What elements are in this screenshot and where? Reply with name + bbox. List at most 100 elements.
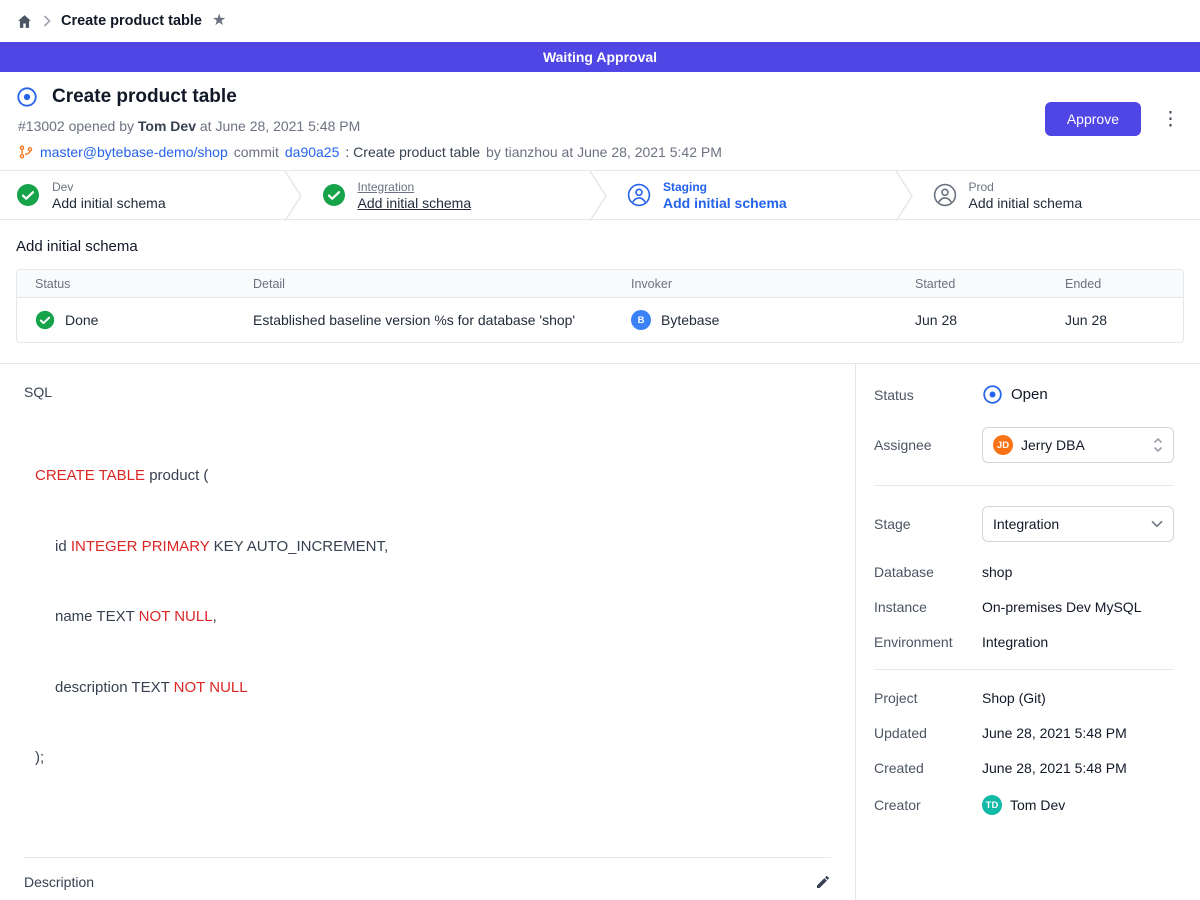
issue-id: #13002 [18, 118, 65, 134]
created-value: June 28, 2021 5:48 PM [982, 760, 1174, 776]
updown-chevrons-icon [1153, 437, 1163, 453]
assignee-select[interactable]: JD Jerry DBA [982, 427, 1174, 463]
sql-text: product ( [145, 467, 208, 484]
table-row[interactable]: Done Established baseline version %s for… [17, 298, 1183, 342]
cell-status: Done [17, 310, 235, 330]
task-section: Add initial schema Status Detail Invoker… [0, 220, 1200, 363]
breadcrumb-page-title[interactable]: Create product table [61, 13, 202, 29]
database-value: shop [982, 564, 1174, 580]
creator-row: Creator TD Tom Dev [874, 795, 1174, 815]
edit-pencil-icon[interactable] [815, 874, 831, 890]
sql-text: id [55, 538, 71, 555]
sql-keyword: NOT NULL [174, 679, 248, 696]
status-row: Status Open [874, 384, 1174, 405]
check-circle-icon [322, 183, 346, 207]
stage-label: Stage [874, 516, 982, 532]
stage-env-label: Dev [52, 180, 166, 194]
sql-text: , [213, 608, 217, 625]
creator-avatar: TD [982, 795, 1002, 815]
assignee-row: Assignee JD Jerry DBA [874, 427, 1174, 463]
branch-link[interactable]: master@bytebase-demo/shop [40, 144, 228, 160]
col-detail: Detail [235, 277, 613, 291]
commit-row: master@bytebase-demo/shop commit da90a25… [18, 144, 1184, 160]
cell-started: Jun 28 [897, 312, 1047, 328]
stage-env-label: Integration [358, 180, 472, 194]
cell-invoker: B Bytebase [613, 310, 897, 330]
stage-integration[interactable]: Integration Add initial schema [306, 171, 590, 219]
issue-at: at [200, 118, 212, 134]
git-branch-icon [18, 144, 34, 160]
sql-text: name TEXT [55, 608, 139, 625]
assignee-avatar: JD [993, 435, 1013, 455]
stage-dev[interactable]: Dev Add initial schema [0, 171, 284, 219]
stage-prod[interactable]: Prod Add initial schema [917, 171, 1200, 219]
breadcrumb: Create product table ★ [0, 0, 1200, 42]
commit-byline: by tianzhou at June 28, 2021 5:42 PM [486, 144, 722, 160]
cell-ended: Jun 28 [1047, 312, 1183, 328]
invoker-name: Bytebase [661, 312, 719, 328]
project-label: Project [874, 690, 982, 706]
stage-task-label: Add initial schema [358, 195, 472, 211]
stage-env-label: Staging [663, 180, 787, 194]
star-icon[interactable]: ★ [212, 13, 226, 29]
environment-row: Environment Integration [874, 634, 1174, 650]
pipeline: Dev Add initial schema Integration Add i… [0, 170, 1200, 220]
sql-line: name TEXT NOT NULL, [35, 605, 831, 629]
col-ended: Ended [1047, 277, 1183, 291]
issue-author: Tom Dev [138, 118, 196, 134]
database-row: Database shop [874, 564, 1174, 580]
assignee-value: Jerry DBA [1021, 437, 1145, 453]
created-label: Created [874, 760, 982, 776]
updated-row: Updated June 28, 2021 5:48 PM [874, 725, 1174, 741]
instance-value: On-premises Dev MySQL [982, 599, 1174, 615]
database-label: Database [874, 564, 982, 580]
header-actions: Approve ⋮ [1045, 102, 1184, 136]
home-icon[interactable] [16, 13, 33, 30]
stage-row: Stage Integration [874, 506, 1174, 542]
sql-line: ); [35, 746, 831, 770]
created-row: Created June 28, 2021 5:48 PM [874, 760, 1174, 776]
approve-button[interactable]: Approve [1045, 102, 1141, 136]
stage-separator [589, 171, 611, 219]
status-label: Status [874, 387, 982, 403]
stage-task-label: Add initial schema [663, 195, 787, 211]
sidebar: Status Open Assignee JD Jerry DBA [856, 364, 1200, 900]
sql-line: CREATE TABLE product ( [35, 464, 831, 488]
check-circle-icon [35, 310, 55, 330]
person-circle-icon [933, 183, 957, 207]
stage-task-label: Add initial schema [969, 195, 1083, 211]
issue-open-time: June 28, 2021 5:48 PM [215, 118, 360, 134]
stage-staging[interactable]: Staging Add initial schema [611, 171, 895, 219]
sql-label: SQL [24, 384, 831, 400]
task-table-header: Status Detail Invoker Started Ended [17, 270, 1183, 298]
creator-value: Tom Dev [1010, 797, 1065, 813]
check-circle-icon [16, 183, 40, 207]
creator-label: Creator [874, 797, 982, 813]
assignee-label: Assignee [874, 437, 982, 453]
sql-line: description TEXT NOT NULL [35, 676, 831, 700]
description-label: Description [24, 874, 94, 890]
divider [874, 669, 1174, 670]
environment-value: Integration [982, 634, 1174, 650]
commit-hash-link[interactable]: da90a25 [285, 144, 340, 160]
instance-row: Instance On-premises Dev MySQL [874, 599, 1174, 615]
stage-select[interactable]: Integration [982, 506, 1174, 542]
issue-opened-by: opened by [69, 118, 134, 134]
issue-open-icon [16, 86, 38, 108]
chevron-down-icon [1151, 520, 1163, 528]
issue-meta: #13002 opened by Tom Dev at June 28, 202… [18, 118, 1184, 134]
left-panel: SQL CREATE TABLE product ( id INTEGER PR… [0, 364, 856, 900]
col-invoker: Invoker [613, 277, 897, 291]
sql-keyword: NOT NULL [139, 608, 213, 625]
open-status-icon [982, 384, 1003, 405]
commit-message: : Create product table [345, 144, 480, 160]
issue-header: Create product table #13002 opened by To… [0, 72, 1200, 170]
invoker-avatar: B [631, 310, 651, 330]
kebab-menu-icon[interactable]: ⋮ [1157, 108, 1184, 131]
approval-banner-text: Waiting Approval [543, 49, 657, 65]
issue-title: Create product table [52, 86, 237, 108]
project-row: Project Shop (Git) [874, 690, 1174, 706]
status-value: Open [1011, 386, 1048, 403]
col-started: Started [897, 277, 1047, 291]
sql-text: ); [35, 749, 44, 766]
